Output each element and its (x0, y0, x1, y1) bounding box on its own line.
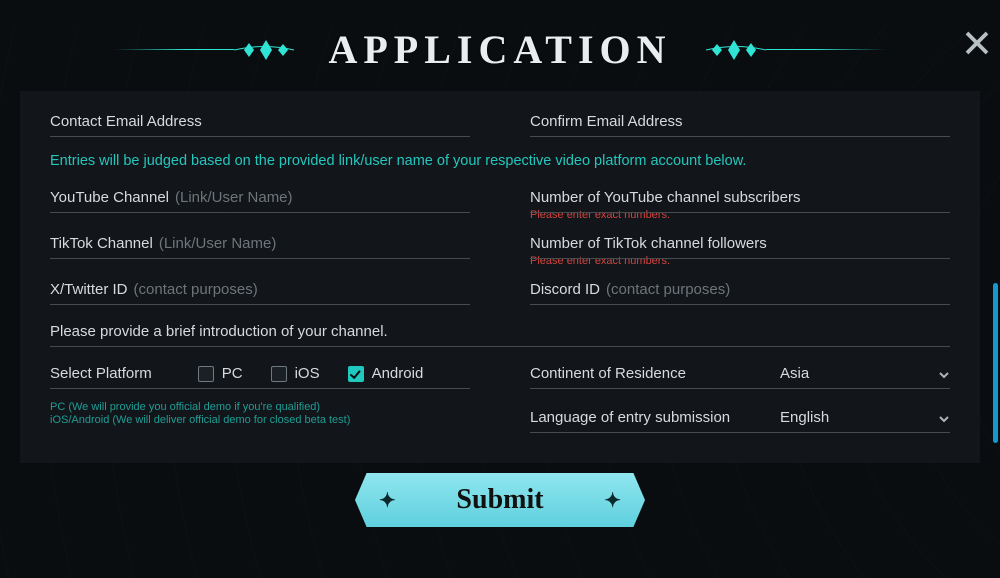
tiktok-channel-hint: (Link/User Name) (159, 235, 277, 252)
checkbox-icon (271, 366, 287, 382)
title-row: APPLICATION (0, 26, 1000, 73)
twitter-id-label: X/Twitter ID (50, 281, 128, 298)
ornament-line-left (114, 49, 234, 50)
submit-button[interactable]: Submit (355, 473, 645, 527)
submit-label: Submit (456, 484, 543, 516)
platform-android-label: Android (372, 365, 424, 382)
continent-select[interactable]: Continent of Residence Asia (530, 361, 950, 389)
discord-id-label: Discord ID (530, 281, 600, 298)
scrollbar-thumb[interactable] (993, 283, 998, 443)
youtube-channel-label: YouTube Channel (50, 189, 169, 206)
tiktok-channel-label: TikTok Channel (50, 235, 153, 252)
continent-value: Asia (780, 365, 809, 382)
chevron-down-icon (938, 368, 950, 380)
scrollbar[interactable] (993, 122, 998, 524)
submit-row: Submit (0, 473, 1000, 527)
discord-id-hint: (contact purposes) (606, 281, 730, 298)
language-select[interactable]: Language of entry submission English (530, 405, 950, 433)
platform-ios-label: iOS (295, 365, 320, 382)
close-icon (962, 28, 992, 63)
twitter-id-hint: (contact purposes) (134, 281, 258, 298)
select-platform-row: Select Platform PC iOS Android (50, 361, 470, 389)
platform-android-checkbox[interactable]: Android (348, 365, 424, 382)
tiktok-followers-field[interactable]: Number of TikTok channel followers (530, 231, 950, 259)
youtube-subs-label: Number of YouTube channel subscribers (530, 189, 800, 206)
confirm-email-label: Confirm Email Address (530, 113, 683, 130)
chevron-down-icon (938, 412, 950, 424)
tiktok-followers-label: Number of TikTok channel followers (530, 235, 767, 252)
platform-pc-label: PC (222, 365, 243, 382)
close-button[interactable] (960, 28, 994, 62)
info-text: Entries will be judged based on the prov… (50, 153, 950, 169)
ornament-line-right (766, 49, 886, 50)
ornament-right (686, 35, 886, 65)
language-value: English (780, 409, 829, 426)
platform-pc-checkbox[interactable]: PC (198, 365, 243, 382)
form-panel: Contact Email Address Confirm Email Addr… (20, 91, 980, 463)
tiktok-channel-field[interactable]: TikTok Channel (Link/User Name) (50, 231, 470, 259)
discord-id-field[interactable]: Discord ID (contact purposes) (530, 277, 950, 305)
select-platform-label: Select Platform (50, 365, 152, 382)
channel-intro-label: Please provide a brief introduction of y… (50, 323, 388, 340)
youtube-channel-hint: (Link/User Name) (175, 189, 293, 206)
ornament-left (114, 35, 314, 65)
confirm-email-field[interactable]: Confirm Email Address (530, 109, 950, 137)
youtube-subs-field[interactable]: Number of YouTube channel subscribers (530, 185, 950, 213)
checkbox-icon (198, 366, 214, 382)
platform-ios-checkbox[interactable]: iOS (271, 365, 320, 382)
continent-label: Continent of Residence (530, 365, 686, 382)
twitter-id-field[interactable]: X/Twitter ID (contact purposes) (50, 277, 470, 305)
page-title: APPLICATION (328, 26, 671, 73)
contact-email-field[interactable]: Contact Email Address (50, 109, 470, 137)
language-label: Language of entry submission (530, 409, 730, 426)
platform-note-mobile: iOS/Android (We will deliver official de… (50, 412, 470, 429)
youtube-channel-field[interactable]: YouTube Channel (Link/User Name) (50, 185, 470, 213)
checkbox-checked-icon (348, 366, 364, 382)
contact-email-label: Contact Email Address (50, 113, 202, 130)
channel-intro-field[interactable]: Please provide a brief introduction of y… (50, 319, 950, 347)
